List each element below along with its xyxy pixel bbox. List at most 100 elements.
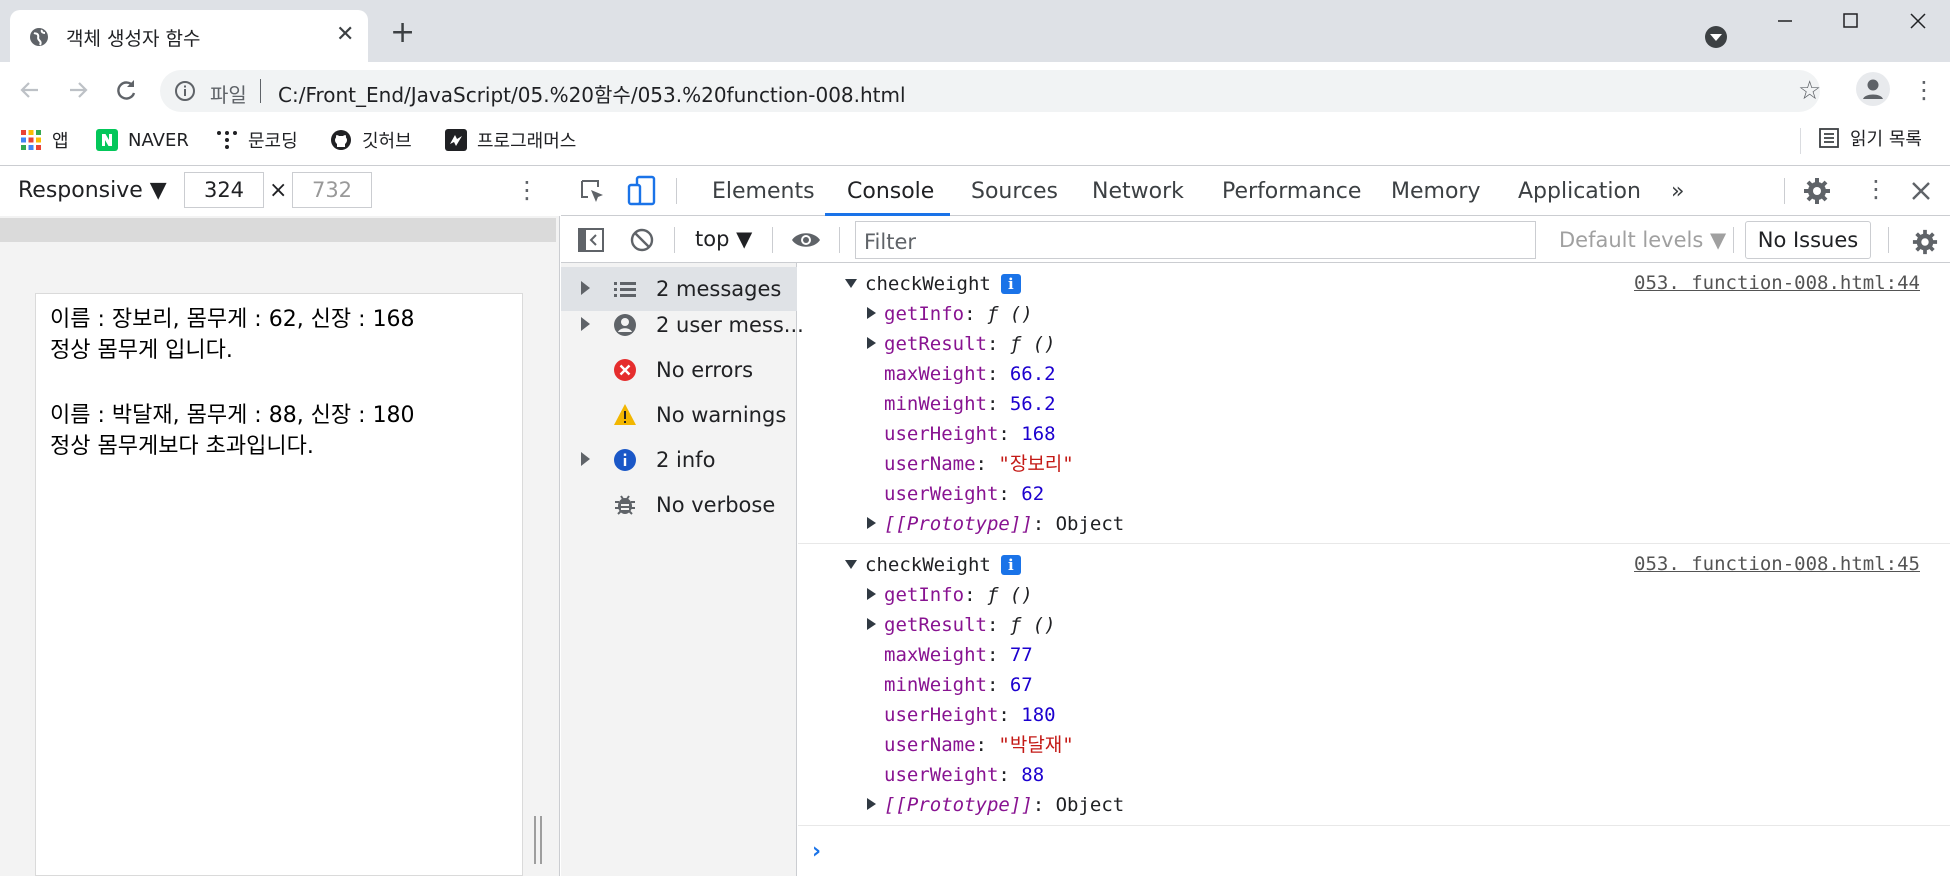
viewport-width-input[interactable]: 324 bbox=[184, 172, 264, 208]
property-key: userWeight bbox=[884, 764, 999, 786]
property-row[interactable]: getResult: ƒ () bbox=[867, 332, 1056, 356]
source-link[interactable]: 053. function-008.html:45 bbox=[1634, 553, 1920, 575]
maximize-icon[interactable] bbox=[1830, 8, 1870, 34]
sidebar-item-info[interactable]: 2 info bbox=[561, 438, 797, 482]
sidebar-item-user-messages[interactable]: 2 user mess... bbox=[561, 303, 804, 347]
console-sidebar: 2 messages 2 user mess... No errors No w… bbox=[561, 263, 804, 876]
bookmark-apps[interactable]: 앱 bbox=[20, 125, 69, 155]
property-row[interactable]: getInfo: ƒ () bbox=[867, 302, 1033, 326]
source-link[interactable]: 053. function-008.html:44 bbox=[1634, 272, 1920, 294]
object-name: checkWeight bbox=[865, 554, 991, 576]
info-badge-icon[interactable]: i bbox=[1000, 555, 1021, 575]
tab-sources[interactable]: Sources bbox=[971, 179, 1058, 204]
tab-console[interactable]: Console bbox=[847, 179, 934, 204]
close-window-icon[interactable] bbox=[1898, 8, 1938, 34]
more-tabs-icon[interactable]: » bbox=[1671, 179, 1684, 204]
sidebar-item-label: No verbose bbox=[656, 493, 776, 517]
context-selector[interactable]: top ▼ bbox=[695, 227, 752, 251]
media-query-bar[interactable] bbox=[0, 218, 556, 242]
bookmark-naver[interactable]: NAVER bbox=[96, 125, 189, 155]
bookmarks-divider bbox=[1800, 128, 1801, 154]
site-info-icon[interactable] bbox=[174, 80, 196, 102]
inspect-element-icon[interactable] bbox=[578, 177, 606, 205]
toolbar-divider bbox=[674, 227, 675, 253]
expand-arrow-icon[interactable] bbox=[867, 798, 876, 810]
tab-application[interactable]: Application bbox=[1518, 179, 1641, 204]
devtools-menu-icon[interactable]: ⋮ bbox=[1864, 175, 1888, 203]
expand-arrow-icon[interactable] bbox=[581, 452, 590, 466]
person-icon bbox=[1863, 79, 1883, 99]
profile-avatar[interactable] bbox=[1856, 72, 1890, 106]
expand-arrow-icon[interactable] bbox=[867, 307, 876, 319]
devtools-panel: Elements Console Sources Network Perform… bbox=[561, 166, 1950, 876]
property-row[interactable]: getInfo: ƒ () bbox=[867, 583, 1033, 607]
collapse-arrow-icon[interactable] bbox=[845, 560, 857, 569]
bookmark-label: 문코딩 bbox=[248, 131, 298, 152]
console-entry: checkWeight i 053. function-008.html:44 g… bbox=[798, 263, 1950, 544]
console-filter-input[interactable]: Filter bbox=[855, 221, 1536, 259]
forward-icon[interactable] bbox=[62, 74, 94, 106]
reading-list-button[interactable]: 읽기 목록 bbox=[1818, 125, 1922, 151]
expand-arrow-icon[interactable] bbox=[867, 517, 876, 529]
console-settings-icon[interactable] bbox=[1912, 229, 1938, 255]
settings-gear-icon[interactable] bbox=[1803, 177, 1831, 205]
property-value: ƒ () bbox=[1009, 614, 1056, 636]
issues-button[interactable]: No Issues bbox=[1745, 221, 1871, 259]
sidebar-item-errors[interactable]: No errors bbox=[561, 348, 797, 392]
bookmarks-bar: 앱 NAVER 문코딩 깃허브 프로그래머스 읽기 목록 bbox=[0, 118, 1950, 164]
expand-arrow-icon[interactable] bbox=[867, 337, 876, 349]
tab-network[interactable]: Network bbox=[1092, 179, 1184, 204]
tab-search-icon[interactable] bbox=[1705, 26, 1727, 48]
bookmark-moon-coding[interactable]: 문코딩 bbox=[216, 125, 298, 155]
bookmark-programmers[interactable]: 프로그래머스 bbox=[445, 125, 576, 155]
object-header[interactable]: checkWeight i bbox=[845, 553, 1021, 577]
url-text[interactable]: C:/Front_End/JavaScript/05.%20함수/053.%20… bbox=[278, 79, 906, 108]
bookmark-github[interactable]: 깃허브 bbox=[330, 125, 412, 155]
viewport-height-input[interactable]: 732 bbox=[292, 172, 372, 208]
clear-console-icon[interactable] bbox=[630, 228, 654, 252]
expand-arrow-icon[interactable] bbox=[867, 588, 876, 600]
viewport-resize-handle[interactable] bbox=[533, 816, 545, 864]
console-prompt[interactable]: › bbox=[812, 839, 821, 864]
responsive-dropdown[interactable]: Responsive ▼ bbox=[18, 178, 167, 203]
back-icon[interactable] bbox=[14, 74, 46, 106]
close-devtools-icon[interactable] bbox=[1910, 180, 1932, 202]
minimize-icon[interactable] bbox=[1765, 8, 1805, 34]
reload-icon[interactable] bbox=[110, 74, 142, 106]
info-badge-icon[interactable]: i bbox=[1000, 274, 1021, 294]
close-tab-icon[interactable]: ✕ bbox=[336, 22, 354, 47]
device-options-icon[interactable]: ⋮ bbox=[515, 176, 539, 204]
address-bar[interactable]: 파일 C:/Front_End/JavaScript/05.%20함수/053.… bbox=[160, 70, 1821, 112]
bookmark-label: 프로그래머스 bbox=[477, 131, 577, 152]
property-value: ƒ () bbox=[986, 584, 1033, 606]
property-row[interactable]: [[Prototype]]: Object bbox=[867, 793, 1124, 817]
collapse-arrow-icon[interactable] bbox=[845, 279, 857, 288]
device-toolbar-icon[interactable] bbox=[627, 175, 657, 207]
property-value: ƒ () bbox=[1009, 333, 1056, 355]
bookmark-star-icon[interactable]: ☆ bbox=[1798, 76, 1821, 106]
page-text-line: 정상 몸무게 입니다. bbox=[50, 338, 233, 363]
object-header[interactable]: checkWeight i bbox=[845, 272, 1021, 296]
sidebar-item-warnings[interactable]: No warnings bbox=[561, 393, 797, 437]
expand-arrow-icon[interactable] bbox=[581, 281, 590, 295]
property-row: userWeight: 88 bbox=[884, 764, 1045, 786]
live-expression-eye-icon[interactable] bbox=[790, 229, 822, 251]
property-row[interactable]: getResult: ƒ () bbox=[867, 613, 1056, 637]
new-tab-button[interactable]: + bbox=[390, 18, 415, 48]
tab-elements[interactable]: Elements bbox=[712, 179, 815, 204]
bookmark-label: NAVER bbox=[128, 129, 189, 151]
sidebar-toggle-icon[interactable] bbox=[578, 228, 604, 252]
property-value: "박달재" bbox=[998, 734, 1074, 756]
expand-arrow-icon[interactable] bbox=[867, 618, 876, 630]
expand-arrow-icon[interactable] bbox=[581, 317, 590, 331]
property-value: Object bbox=[1055, 513, 1125, 535]
tab-performance[interactable]: Performance bbox=[1222, 179, 1361, 204]
tab-strip: 객체 생성자 함수 ✕ + bbox=[0, 0, 1950, 62]
browser-tab[interactable]: 객체 생성자 함수 ✕ bbox=[10, 10, 368, 62]
tab-memory[interactable]: Memory bbox=[1391, 179, 1480, 204]
sidebar-item-verbose[interactable]: No verbose bbox=[561, 483, 797, 527]
property-row[interactable]: [[Prototype]]: Object bbox=[867, 512, 1124, 536]
property-row: minWeight: 56.2 bbox=[884, 393, 1056, 415]
log-levels-dropdown[interactable]: Default levels ▼ bbox=[1559, 228, 1726, 252]
browser-menu-icon[interactable]: ⋮ bbox=[1912, 74, 1936, 106]
